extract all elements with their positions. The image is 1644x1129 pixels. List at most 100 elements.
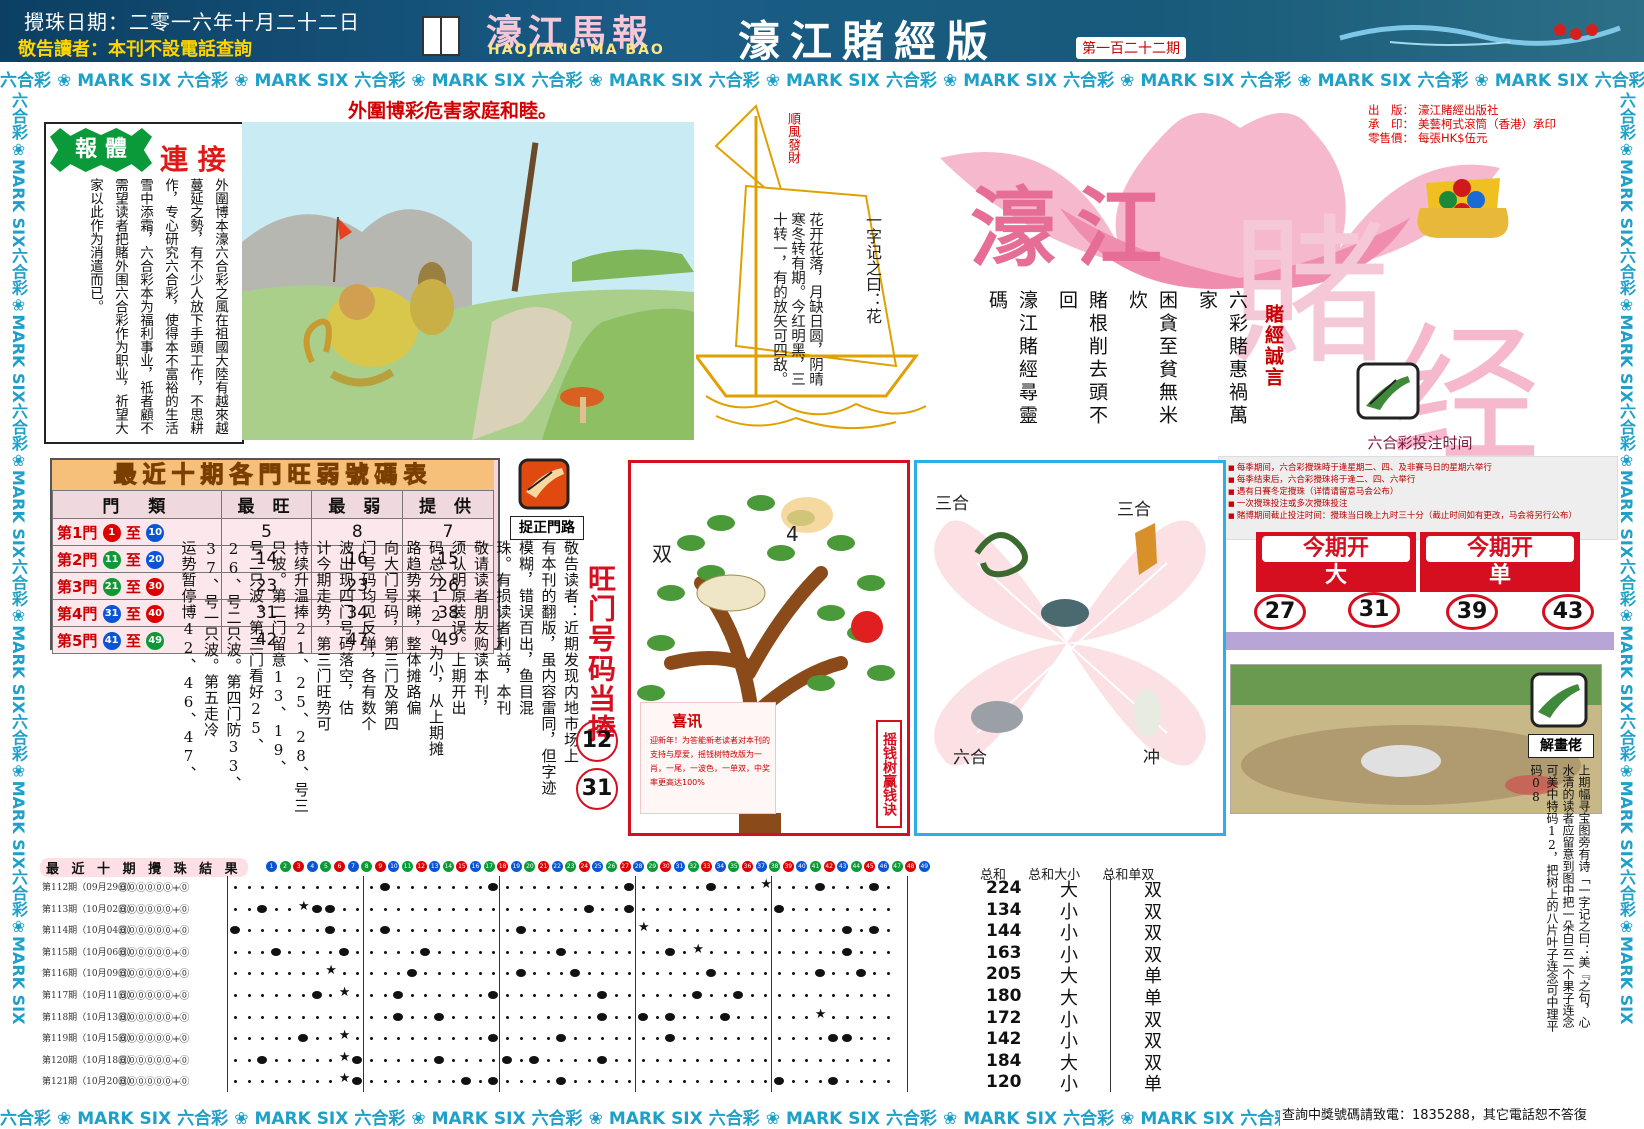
flower-icon: ❀: [1474, 71, 1489, 88]
grid-dot: [805, 1015, 809, 1019]
grid-dot: [846, 1058, 849, 1062]
grid-dot: [614, 1058, 618, 1062]
grid-dot: [723, 972, 727, 976]
grid-dot: [778, 994, 781, 997]
number-header-ball: 9: [374, 861, 386, 872]
flower-icon: ❀: [1120, 71, 1135, 88]
period-number-ball: 39: [1446, 594, 1498, 630]
this-period-heading: 今期开: [1262, 536, 1410, 562]
grid-dot: [383, 1080, 387, 1084]
grid-dot: [682, 907, 686, 911]
grid-dot: [234, 1015, 237, 1019]
article-column: 模糊，错误百出，鱼目混: [517, 540, 535, 716]
article-column: 26、号二只波。第四门防33、: [224, 540, 243, 792]
grid-dot: [451, 907, 455, 911]
bottom-banner-strip: 六合彩 ❀ MARK SIX 六合彩 ❀ MARK SIX 六合彩 ❀ MARK SIX 六合彩 ❀…: [0, 1104, 1280, 1126]
results-row: 第118期（10月13日） ⓪⓪⓪⓪⓪⓪+⓪ ★: [38, 1006, 978, 1027]
number-header-ball: 22: [551, 861, 563, 872]
drawn-number-dot: [420, 947, 431, 956]
number-header-ball: 26: [606, 861, 617, 872]
grid-dot: [778, 886, 781, 889]
grid-dot: [274, 1058, 278, 1062]
grid-dot: [710, 907, 713, 911]
grid-dot: [410, 950, 414, 954]
number-header-ball: 2: [279, 861, 291, 872]
number-header-ball: 11: [402, 861, 413, 872]
grid-dot: [492, 907, 496, 911]
grid-dot: [519, 994, 523, 997]
drawn-number-dot: [434, 1012, 444, 1021]
edition-title: 濠江賭經版: [738, 17, 999, 66]
liuhecai-label: 六合彩: [9, 402, 28, 451]
sum-value: 205: [986, 964, 1022, 985]
drawn-number-dot: [393, 1012, 404, 1021]
results-row: 第112期（09月29日） ⓪⓪⓪⓪⓪⓪+⓪ ★: [38, 876, 978, 897]
odd-even-value: 单: [1144, 1074, 1162, 1096]
grid-dot: [669, 1080, 673, 1084]
marksix-label: MARK SIX: [786, 71, 880, 88]
zodiac-label-bottom-left: 六合: [953, 748, 987, 768]
grid-dot: [614, 907, 618, 911]
results-row: 第121期（10月20日） ⓪⓪⓪⓪⓪⓪+⓪ ★: [38, 1070, 978, 1091]
grid-dot: [859, 994, 863, 997]
flower-icon: ❀: [57, 1109, 72, 1126]
grid-dot: [465, 972, 469, 976]
zodiac-label-bottom-right: 冲: [1143, 748, 1160, 768]
grid-dot: [805, 950, 809, 954]
grid-dot: [859, 1080, 863, 1084]
grid-dot: [533, 907, 537, 911]
grid-dot: [302, 1015, 305, 1019]
grid-dot: [274, 886, 278, 889]
grid-dot: [859, 929, 863, 933]
drawn-number-dot: [352, 1077, 363, 1086]
grid-dot: [560, 1058, 564, 1062]
grid-dot: [465, 886, 469, 889]
grid-dot: [261, 994, 265, 997]
flower-icon: ❀: [1617, 917, 1636, 937]
grid-dot: [261, 929, 265, 933]
grid-dot: [778, 1037, 781, 1041]
grid-dot: [791, 994, 795, 997]
drawn-number-dot: [311, 991, 322, 999]
grid-dot: [274, 1037, 278, 1041]
grid-dot: [329, 1037, 333, 1041]
betting-rule: 一次攪珠投注或多次攪珠投注: [1228, 498, 1608, 510]
grid-dot: [315, 972, 319, 976]
grid-dot: [356, 929, 360, 933]
grid-dot: [492, 972, 496, 976]
col-header-tip: 提 供: [402, 490, 494, 519]
drawn-number-dot: [352, 1055, 363, 1064]
draw-balls: ⓪⓪⓪⓪⓪⓪+⓪: [118, 904, 189, 916]
number-header-ball: 37: [755, 861, 767, 872]
grid-dot: [628, 1058, 632, 1062]
liuhecai-label: 六合彩: [1617, 92, 1636, 140]
grid-dot: [655, 929, 659, 933]
drawn-number-dot: [774, 1077, 784, 1086]
grid-dot: [356, 1037, 360, 1041]
number-header-ball: 8: [361, 861, 373, 872]
grid-dot: [356, 994, 360, 997]
grid-dot: [669, 1058, 673, 1062]
drawn-number-dot: [488, 1034, 499, 1043]
grid-dot: [410, 907, 414, 911]
grid-dot: [791, 1058, 795, 1062]
flower-icon: ❀: [588, 1109, 603, 1126]
grid-dot: [737, 929, 741, 933]
grid-dot: [478, 929, 482, 933]
boat-flag-text: 順風發財: [785, 112, 800, 164]
grid-dot: [818, 1037, 822, 1041]
betting-rule: 每季期间，六合彩攪珠時于逢星期二、四、及非賽马日的星期六举行: [1228, 462, 1608, 474]
grid-dot: [234, 1080, 237, 1084]
grid-dot: [791, 972, 795, 976]
grid-dot: [696, 972, 700, 976]
grid-dot: [886, 1037, 890, 1041]
grid-dot: [546, 972, 550, 976]
grid-dot: [696, 1058, 700, 1062]
grid-dot: [478, 950, 482, 954]
grid-dot: [329, 886, 333, 889]
number-header-ball: 43: [837, 861, 849, 872]
zodiac-diagram: [934, 520, 1206, 766]
number-header-ball: 29: [646, 861, 658, 872]
grid-dot: [642, 1080, 645, 1084]
article-column: 运势暂停博42、46、47、: [179, 540, 198, 782]
